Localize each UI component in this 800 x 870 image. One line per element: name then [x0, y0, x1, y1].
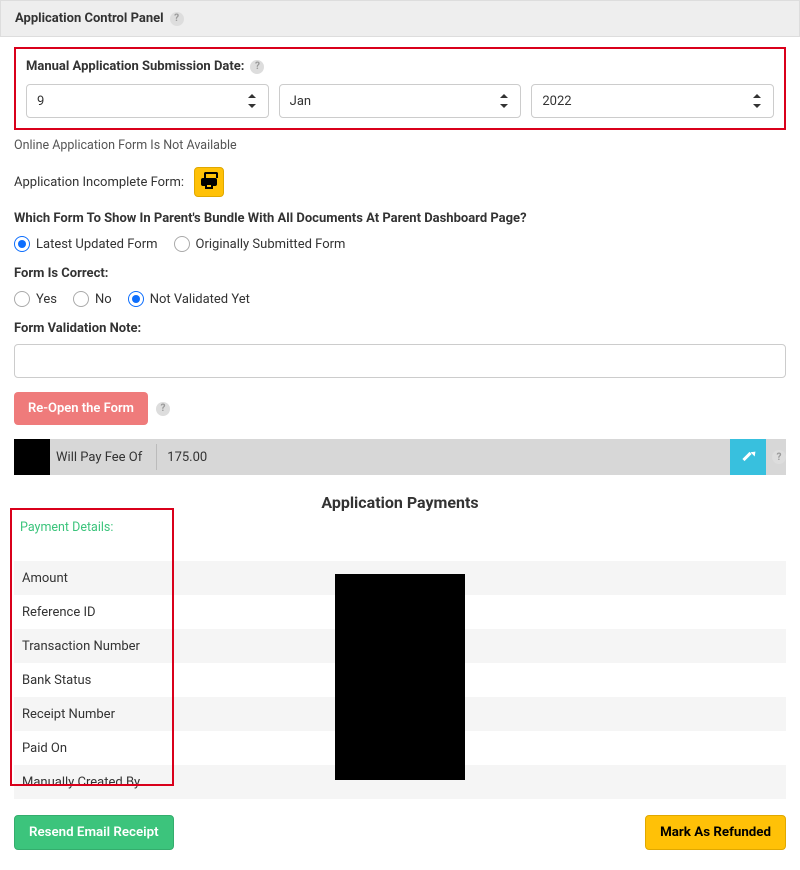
pencil-icon	[741, 450, 755, 464]
submission-date-label: Manual Application Submission Date: ?	[26, 59, 774, 74]
row-label: Paid On	[22, 741, 172, 756]
year-select[interactable]: 2022	[531, 84, 774, 118]
radio-yes[interactable]: Yes	[14, 291, 57, 307]
bundle-question-label: Which Form To Show In Parent's Bundle Wi…	[14, 211, 786, 226]
submission-date-label-text: Manual Application Submission Date:	[26, 59, 244, 74]
divider	[156, 444, 157, 469]
fee-label: Will Pay Fee Of	[50, 450, 156, 465]
redacted-values-block	[335, 574, 465, 780]
radio-latest-updated[interactable]: Latest Updated Form	[14, 236, 158, 252]
mark-as-refunded-button[interactable]: Mark As Refunded	[645, 815, 786, 850]
panel-title: Application Control Panel	[15, 11, 164, 26]
online-form-note: Online Application Form Is Not Available	[14, 138, 786, 153]
payment-details-heading: Payment Details:	[14, 512, 786, 543]
incomplete-form-label: Application Incomplete Form:	[14, 175, 184, 190]
updown-icon	[248, 94, 258, 108]
day-value: 9	[37, 94, 44, 109]
resend-email-receipt-button[interactable]: Resend Email Receipt	[14, 815, 174, 850]
radio-icon	[128, 291, 144, 307]
radio-icon	[14, 291, 30, 307]
fee-redacted-block	[14, 439, 50, 475]
info-icon[interactable]: ?	[250, 60, 264, 74]
radio-label: No	[95, 292, 112, 307]
radio-label: Yes	[36, 292, 57, 307]
radio-icon	[14, 236, 30, 252]
radio-label: Not Validated Yet	[150, 292, 250, 307]
print-button[interactable]	[194, 167, 224, 197]
year-value: 2022	[542, 94, 571, 109]
info-icon[interactable]: ?	[772, 450, 786, 464]
radio-label: Originally Submitted Form	[196, 237, 346, 252]
updown-icon	[753, 94, 763, 108]
month-value: Jan	[290, 94, 311, 109]
validation-note-label: Form Validation Note:	[14, 321, 786, 336]
submission-date-highlight: Manual Application Submission Date: ? 9 …	[14, 47, 786, 130]
form-correct-label: Form Is Correct:	[14, 266, 786, 281]
row-label: Manually Created By	[22, 775, 172, 790]
row-label: Amount	[22, 571, 172, 586]
fee-bar: Will Pay Fee Of 175.00 ?	[14, 439, 786, 475]
info-icon[interactable]: ?	[156, 402, 170, 416]
radio-no[interactable]: No	[73, 291, 112, 307]
radio-icon	[73, 291, 89, 307]
fee-amount: 175.00	[167, 450, 730, 465]
reopen-form-button[interactable]: Re-Open the Form	[14, 392, 148, 425]
edit-fee-button[interactable]	[730, 439, 766, 475]
print-icon	[201, 176, 217, 188]
info-icon[interactable]: ?	[170, 12, 184, 26]
row-label: Transaction Number	[22, 639, 172, 654]
panel-header: Application Control Panel ?	[0, 0, 800, 37]
payments-section-title: Application Payments	[14, 493, 786, 512]
updown-icon	[500, 94, 510, 108]
row-label: Bank Status	[22, 673, 172, 688]
radio-label: Latest Updated Form	[36, 237, 158, 252]
radio-icon	[174, 236, 190, 252]
radio-originally-submitted[interactable]: Originally Submitted Form	[174, 236, 346, 252]
month-select[interactable]: Jan	[279, 84, 522, 118]
validation-note-input[interactable]	[14, 344, 786, 378]
row-label: Reference ID	[22, 605, 172, 620]
day-select[interactable]: 9	[26, 84, 269, 118]
radio-not-validated[interactable]: Not Validated Yet	[128, 291, 250, 307]
row-label: Receipt Number	[22, 707, 172, 722]
